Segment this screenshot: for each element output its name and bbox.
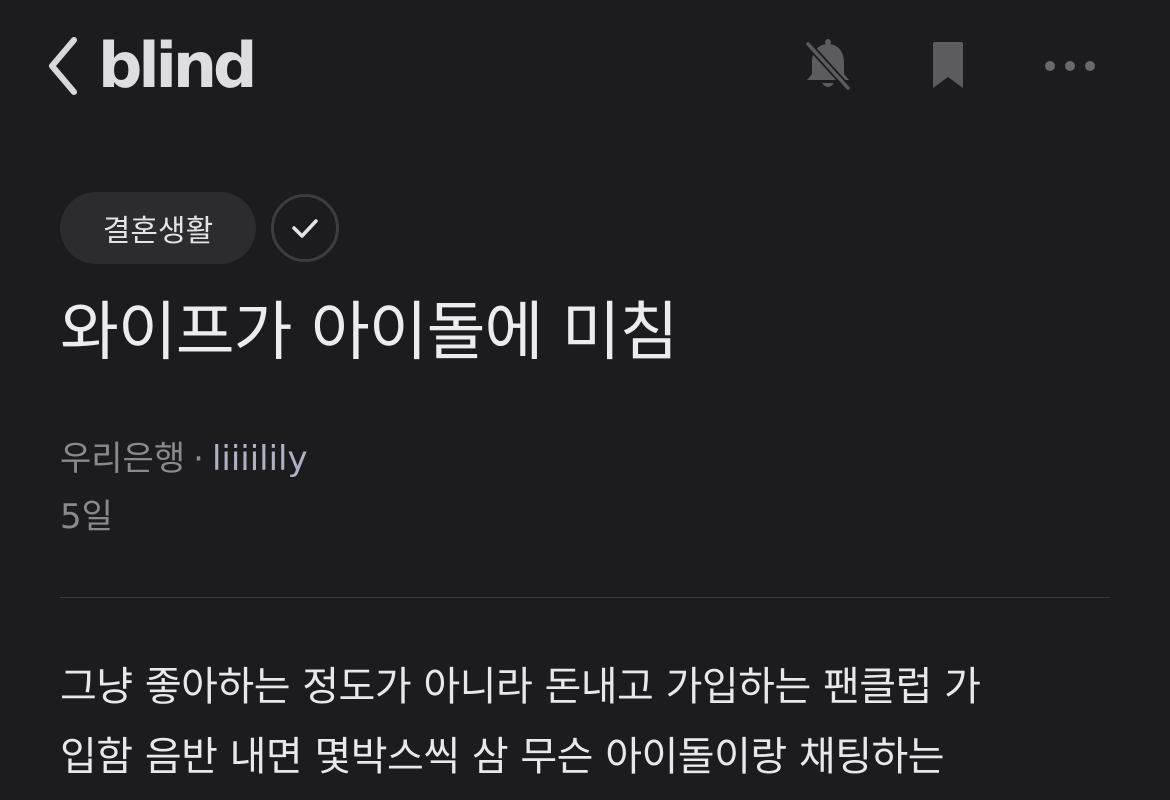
checkmark-icon	[292, 219, 318, 238]
bell-off-icon[interactable]	[802, 38, 854, 94]
follow-check-button[interactable]	[271, 194, 339, 262]
author-company: 우리은행	[60, 439, 186, 479]
top-bar: blind	[0, 0, 1170, 130]
blind-logo[interactable]: blind	[98, 24, 257, 108]
category-chip[interactable]: 결혼생활	[60, 192, 256, 264]
post-time: 5일	[60, 497, 113, 537]
post-body: 그냥 좋아하는 정도가 아니라 돈내고 가입하는 팬클럽 가 입함 음반 내면 …	[60, 652, 1120, 792]
bookmark-icon[interactable]	[926, 40, 970, 92]
chevron-left-icon[interactable]	[40, 34, 88, 98]
more-horizontal-icon[interactable]	[1040, 52, 1100, 80]
post-body-line: 입함 음반 내면 몇박스씩 삼 무슨 아이돌이랑 채팅하는	[60, 734, 945, 780]
meta-separator: ·	[193, 439, 204, 479]
divider	[60, 597, 1110, 598]
post-title: 와이프가 아이돌에 미침	[60, 296, 678, 370]
post-body-line: 그냥 좋아하는 정도가 아니라 돈내고 가입하는 팬클럽 가	[60, 664, 981, 710]
post-meta: 우리은행 · liiiilily	[60, 434, 308, 484]
author-name[interactable]: liiiilily	[212, 439, 308, 479]
